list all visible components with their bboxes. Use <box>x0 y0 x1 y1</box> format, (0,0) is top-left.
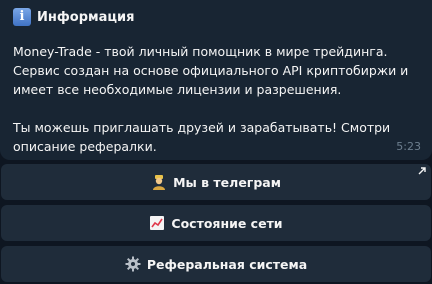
external-link-icon <box>418 167 426 175</box>
message-paragraph: Money-Trade - твой личный помощник в мир… <box>13 44 409 97</box>
button-referral-system[interactable]: Реферальная система <box>1 246 431 282</box>
button-label: Реферальная система <box>146 256 308 272</box>
button-label: Состояние сети <box>171 215 283 231</box>
gear-icon <box>125 256 141 272</box>
message-title-row: i Информация <box>13 7 135 27</box>
message-title: Информация <box>37 9 135 25</box>
button-network-status[interactable]: Состояние сети <box>1 205 431 241</box>
info-icon: i <box>13 8 31 26</box>
chart-icon <box>149 215 165 231</box>
message-timestamp: 5:23 <box>396 140 421 153</box>
person-icon <box>151 174 167 190</box>
button-label: Мы в телеграм <box>173 174 281 190</box>
button-telegram[interactable]: Мы в телеграм <box>1 164 431 200</box>
message-bubble: i Информация Money-Trade - твой личный п… <box>0 0 432 160</box>
message-paragraph: Ты можешь приглашать друзей и зарабатыва… <box>13 120 391 154</box>
message-body: Money-Trade - твой личный помощник в мир… <box>13 42 423 156</box>
